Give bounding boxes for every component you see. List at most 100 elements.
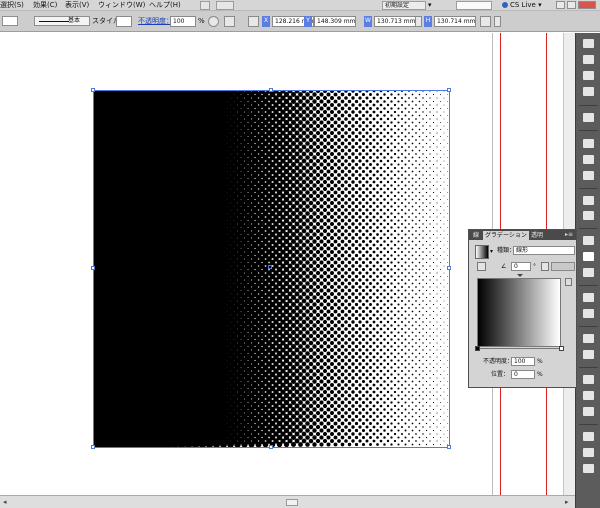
menu-window[interactable]: ウィンドウ(W)	[98, 1, 145, 10]
halftone-gradient-artwork[interactable]	[94, 91, 450, 448]
resize-handle-ne[interactable]	[447, 88, 451, 92]
transform-panel-icon[interactable]	[583, 391, 594, 400]
graphic-style-dropdown[interactable]	[116, 16, 132, 27]
transparency-icon[interactable]	[583, 268, 594, 277]
gradient-stop-black[interactable]	[475, 346, 480, 351]
align-icon[interactable]	[224, 16, 235, 27]
bridge-icon[interactable]	[200, 1, 210, 10]
stroke-icon[interactable]	[583, 236, 594, 245]
menu-view[interactable]: 表示(V)	[65, 1, 89, 10]
tab-transparency[interactable]: 透明	[529, 231, 545, 240]
layers-icon[interactable]	[583, 113, 594, 122]
gradient-type-dropdown[interactable]: 線形	[513, 246, 575, 255]
graphic-styles-icon[interactable]	[583, 196, 594, 205]
navigator-icon[interactable]	[583, 432, 594, 441]
search-input[interactable]	[456, 1, 492, 10]
dock-separator	[579, 285, 598, 286]
dock-separator	[579, 424, 598, 425]
chevron-down-icon[interactable]: ▾	[490, 248, 493, 255]
align-panel-icon[interactable]	[583, 375, 594, 384]
stroke-profile-dropdown[interactable]	[34, 16, 90, 26]
horizontal-scrollbar[interactable]: ◂ ▸	[0, 495, 575, 508]
stop-opacity-label: 不透明度：	[483, 358, 514, 365]
reverse-gradient-icon[interactable]	[477, 262, 486, 271]
resize-handle-w[interactable]	[91, 266, 95, 270]
paragraph-icon[interactable]	[583, 55, 594, 64]
resize-handle-nw[interactable]	[91, 88, 95, 92]
x-label[interactable]: X	[262, 16, 270, 27]
symbols-icon[interactable]	[583, 171, 594, 180]
resize-handle-sw[interactable]	[91, 445, 95, 449]
width-field[interactable]: 130.713 mm	[374, 16, 416, 27]
opacity-label[interactable]: 不透明度：	[138, 17, 173, 26]
artboards-icon[interactable]	[583, 334, 594, 343]
opacity-field[interactable]: 100	[170, 16, 196, 27]
transform-icon[interactable]	[480, 16, 491, 27]
angle-field[interactable]: 0	[511, 262, 531, 271]
control-bar: 基本 スタイル： 不透明度： 100 % X 128.216 mm Y 148.…	[0, 11, 600, 32]
stroke-style-label: 基本	[68, 17, 81, 24]
stroke-weight-field[interactable]	[2, 16, 18, 26]
brushes-icon[interactable]	[583, 139, 594, 148]
cs-live-label: CS Live	[510, 1, 536, 9]
gradient-icon[interactable]	[583, 252, 594, 261]
aspect-ratio-icon[interactable]	[541, 262, 549, 271]
tab-gradient[interactable]: グラデーション	[483, 231, 529, 240]
reference-point-icon[interactable]	[248, 16, 259, 27]
panel-menu-icon[interactable]: ▸≡	[565, 231, 573, 239]
actions-icon[interactable]	[583, 464, 594, 473]
stop-opacity-field[interactable]: 100	[511, 357, 535, 366]
links-icon[interactable]	[583, 350, 594, 359]
menu-effect[interactable]: 効果(C)	[33, 1, 57, 10]
tab-stroke[interactable]: 線	[471, 231, 481, 240]
horizontal-scroll-thumb[interactable]	[286, 499, 298, 506]
info-icon[interactable]	[583, 448, 594, 457]
panel-menu-icon[interactable]	[494, 16, 501, 27]
cs-live-button[interactable]: CS Live ▾	[502, 1, 542, 10]
y-label[interactable]: Y	[304, 16, 312, 27]
maximize-icon[interactable]	[567, 1, 576, 9]
gradient-ramp[interactable]	[477, 278, 561, 347]
resize-handle-n[interactable]	[269, 88, 273, 92]
workspace-switcher[interactable]: 初期設定	[382, 1, 426, 10]
type-icon[interactable]	[583, 39, 594, 48]
minimize-icon[interactable]	[556, 1, 565, 9]
dock-separator	[579, 367, 598, 368]
arrange-documents-icon[interactable]	[216, 1, 234, 10]
opentype-icon[interactable]	[583, 71, 594, 80]
height-label[interactable]: H	[424, 16, 432, 27]
location-label: 位置：	[491, 371, 510, 378]
y-field[interactable]: 148.309 mm	[314, 16, 356, 27]
recolor-icon[interactable]	[208, 16, 219, 27]
location-field[interactable]: 0	[511, 370, 535, 379]
color-guide-icon[interactable]	[583, 309, 594, 318]
swatches-icon[interactable]	[583, 155, 594, 164]
resize-handle-se[interactable]	[447, 445, 451, 449]
aspect-ratio-field[interactable]	[551, 262, 575, 271]
close-icon[interactable]	[578, 1, 596, 9]
gradient-stop-white[interactable]	[559, 346, 564, 351]
gradient-midpoint[interactable]	[517, 274, 523, 277]
link-proportions-icon[interactable]	[415, 16, 422, 27]
resize-handle-e[interactable]	[447, 266, 451, 270]
trash-icon[interactable]	[565, 278, 572, 286]
color-icon[interactable]	[583, 293, 594, 302]
menu-select[interactable]: 選択(S)	[0, 1, 24, 10]
gradient-swatch[interactable]	[475, 245, 489, 259]
glyph-icon[interactable]	[583, 87, 594, 96]
resize-handle-s[interactable]	[269, 445, 273, 449]
cs-live-icon	[502, 2, 508, 8]
menu-bar: 選択(S) 効果(C) 表示(V) ウィンドウ(W) ヘルプ(H) 初期設定 ▾…	[0, 0, 600, 11]
menu-help[interactable]: ヘルプ(H)	[149, 1, 181, 10]
pathfinder-icon[interactable]	[583, 407, 594, 416]
halftone-dots	[94, 91, 448, 448]
width-label[interactable]: W	[364, 16, 372, 27]
scroll-right-icon[interactable]: ▸	[565, 498, 569, 506]
chevron-down-icon[interactable]: ▾	[428, 1, 432, 10]
dock-separator	[579, 188, 598, 189]
location-unit: %	[537, 371, 543, 378]
appearance-icon[interactable]	[583, 211, 594, 220]
scroll-left-icon[interactable]: ◂	[3, 498, 7, 506]
height-field[interactable]: 130.714 mm	[434, 16, 476, 27]
dock-separator	[579, 105, 598, 106]
